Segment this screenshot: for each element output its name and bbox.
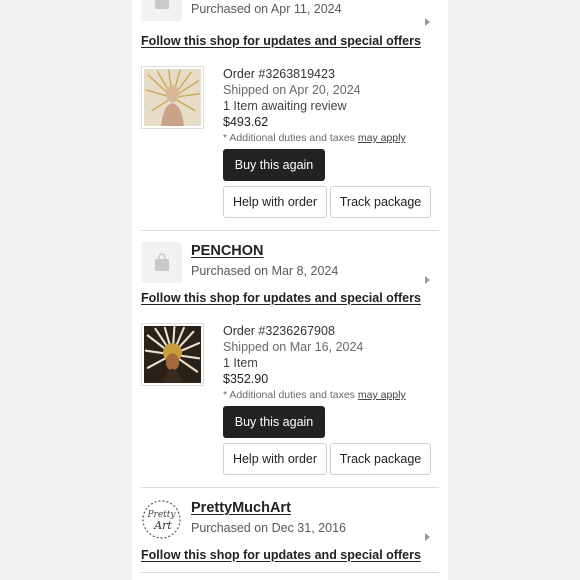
chevron-right-icon[interactable] [425,18,430,26]
shopping-bag-icon [154,0,169,9]
order-number[interactable]: Order #3263819423 [223,66,443,82]
order-total: $352.90 [223,372,269,386]
section-divider [141,572,439,573]
item-count: 1 Item [223,356,258,370]
chevron-right-icon[interactable] [425,276,430,284]
shop-avatar: Pretty Art [141,499,182,540]
order-details: Order #3263819423 Shipped on Apr 20, 202… [223,66,443,145]
purchases-page: Purchased on Apr 11, 2024 Follow this sh… [132,0,448,580]
order-item-image[interactable] [141,66,204,129]
may-apply-link[interactable]: may apply [358,132,406,144]
buy-again-button[interactable]: Buy this again [223,149,325,181]
order-number[interactable]: Order #3236267908 [223,323,443,339]
shipping-status: Shipped on Apr 20, 2024 [223,83,361,97]
section-divider [141,230,439,231]
shop-header-penchon[interactable]: PENCHON Purchased on Mar 8, 2024 [141,242,441,286]
shop-name-link[interactable]: PENCHON [191,243,264,259]
chevron-right-icon[interactable] [425,533,430,541]
may-apply-link[interactable]: may apply [358,389,406,401]
shop-avatar [141,0,182,21]
follow-shop-link[interactable]: Follow this shop for updates and special… [141,548,421,562]
buy-again-button[interactable]: Buy this again [223,406,325,438]
duties-note: * Additional duties and taxes may apply [223,131,443,145]
duties-note: * Additional duties and taxes may apply [223,388,443,402]
product-photo-icon [144,326,201,383]
shop-header-top[interactable]: Purchased on Apr 11, 2024 [141,0,441,24]
follow-shop-link[interactable]: Follow this shop for updates and special… [141,34,421,48]
shipping-status: Shipped on Mar 16, 2024 [223,340,364,354]
order-item-image[interactable] [141,323,204,386]
track-package-button[interactable]: Track package [330,186,431,218]
shop-logo-icon: Pretty Art [142,500,181,539]
item-count: 1 Item awaiting review [223,99,347,113]
track-package-button[interactable]: Track package [330,443,431,475]
logo-text-bottom: Art [153,519,172,532]
shop-avatar [141,242,182,283]
shop-header-prettymuchart[interactable]: Pretty Art PrettyMuchArt Purchased on De… [141,499,441,543]
purchase-date: Purchased on Apr 11, 2024 [191,2,342,16]
follow-shop-link[interactable]: Follow this shop for updates and special… [141,291,421,305]
shop-name-link[interactable]: PrettyMuchArt [191,500,291,516]
help-with-order-button[interactable]: Help with order [223,443,327,475]
section-divider [141,487,439,488]
purchase-date: Purchased on Dec 31, 2016 [191,521,346,535]
purchase-date: Purchased on Mar 8, 2024 [191,264,339,278]
product-photo-icon [144,69,201,126]
duties-text: * Additional duties and taxes [223,132,355,144]
order-details: Order #3236267908 Shipped on Mar 16, 202… [223,323,443,402]
shopping-bag-icon [154,252,169,271]
duties-text: * Additional duties and taxes [223,389,355,401]
help-with-order-button[interactable]: Help with order [223,186,327,218]
order-total: $493.62 [223,115,269,129]
